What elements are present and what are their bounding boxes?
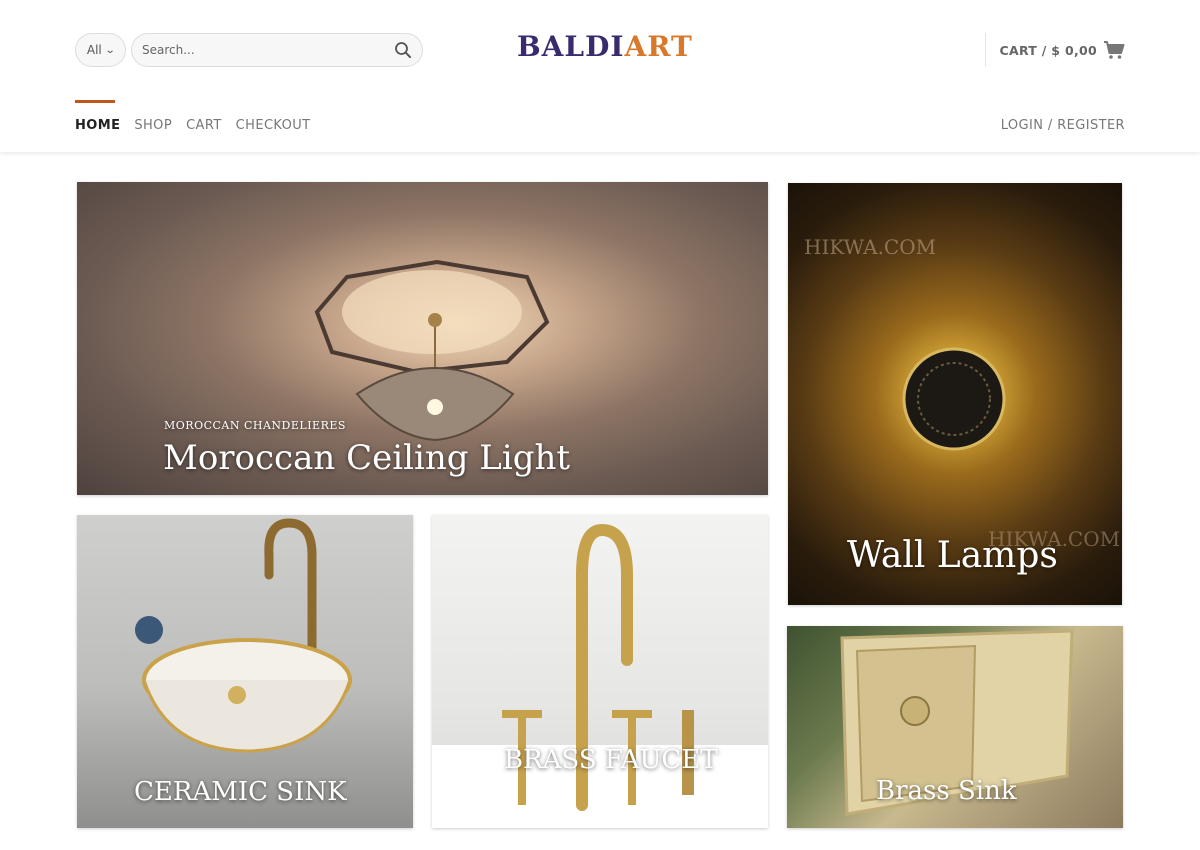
cart-total-label: CART / $ 0,00 [999,42,1097,58]
tile-title: Wall Lamps [847,535,1058,576]
logo-part-2: ART [624,30,693,63]
search-input[interactable] [142,43,372,57]
cart-icon [1103,40,1125,60]
nav-item-checkout[interactable]: CHECKOUT [236,100,311,133]
category-tile-wall-lamps[interactable]: HIKWA.COM HIKWA.COM Wall Lamps [788,183,1122,605]
category-select[interactable]: All ⌄ [75,33,126,67]
category-tile-brass-sink[interactable]: Brass Sink [787,626,1123,828]
nav-item-shop[interactable]: SHOP [134,100,172,133]
site-logo[interactable]: BALDIART [517,30,693,63]
main-nav: HOME SHOP CART CHECKOUT [75,100,311,133]
search-bar: All ⌄ [75,33,423,67]
watermark-text: HIKWA.COM [804,235,937,259]
tile-subtitle: MOROCCAN CHANDELIERES [164,419,346,432]
header-cart[interactable]: CART / $ 0,00 [984,33,1126,67]
category-tile-brass-faucet[interactable]: BRASS FAUCET [432,515,768,828]
brass-faucet-image [432,523,768,828]
category-tile-ceiling-light[interactable]: MOROCCAN CHANDELIERES Moroccan Ceiling L… [77,182,768,495]
category-select-value: All [86,43,102,57]
tile-title: CERAMIC SINK [134,777,347,807]
site-header: All ⌄ BALDIART CART / $ 0,00 HOME SHOP C… [0,0,1200,152]
chevron-down-icon: ⌄ [104,44,116,56]
category-tile-ceramic-sink[interactable]: CERAMIC SINK [77,515,413,828]
search-icon[interactable] [394,41,412,59]
login-register-link[interactable]: LOGIN / REGISTER [1001,118,1125,133]
logo-part-1: BALDI [517,30,625,63]
nav-item-cart[interactable]: CART [186,100,222,133]
tile-title: Brass Sink [876,776,1017,806]
nav-item-home[interactable]: HOME [75,100,120,133]
tile-title: Moroccan Ceiling Light [163,438,571,478]
search-field [131,33,423,67]
tile-title: BRASS FAUCET [504,745,718,775]
